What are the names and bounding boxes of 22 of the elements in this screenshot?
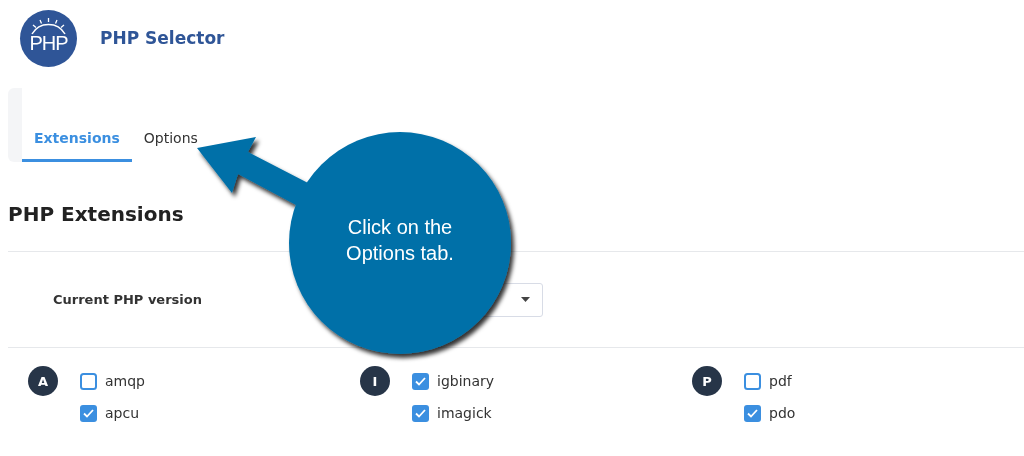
checkbox[interactable] [744,372,761,390]
letter-badge: I [360,366,390,396]
page-title: PHP Selector [100,28,225,48]
checkbox[interactable] [412,372,429,390]
extension-name: pdf [769,373,792,389]
checkbox[interactable] [80,404,97,422]
extension-name: amqp [105,373,145,389]
field-label: Current PHP version [53,292,203,307]
letter-badge: A [28,366,58,396]
callout-text: Click on the Options tab. [345,215,455,266]
letter-badge: P [692,366,722,396]
tab[interactable]: Options [131,130,210,162]
extension-name: igbinary [437,373,495,389]
checkbox[interactable] [80,372,97,390]
extension-name: pdo [769,405,796,421]
checkbox[interactable] [412,404,429,422]
extension-name: imagick [437,405,492,421]
extension-name: apcu [105,405,140,421]
caret-icon [521,297,530,302]
checkbox[interactable] [744,404,761,422]
php-logo: PHP [20,9,77,67]
section-heading: PHP Extensions [8,202,184,226]
